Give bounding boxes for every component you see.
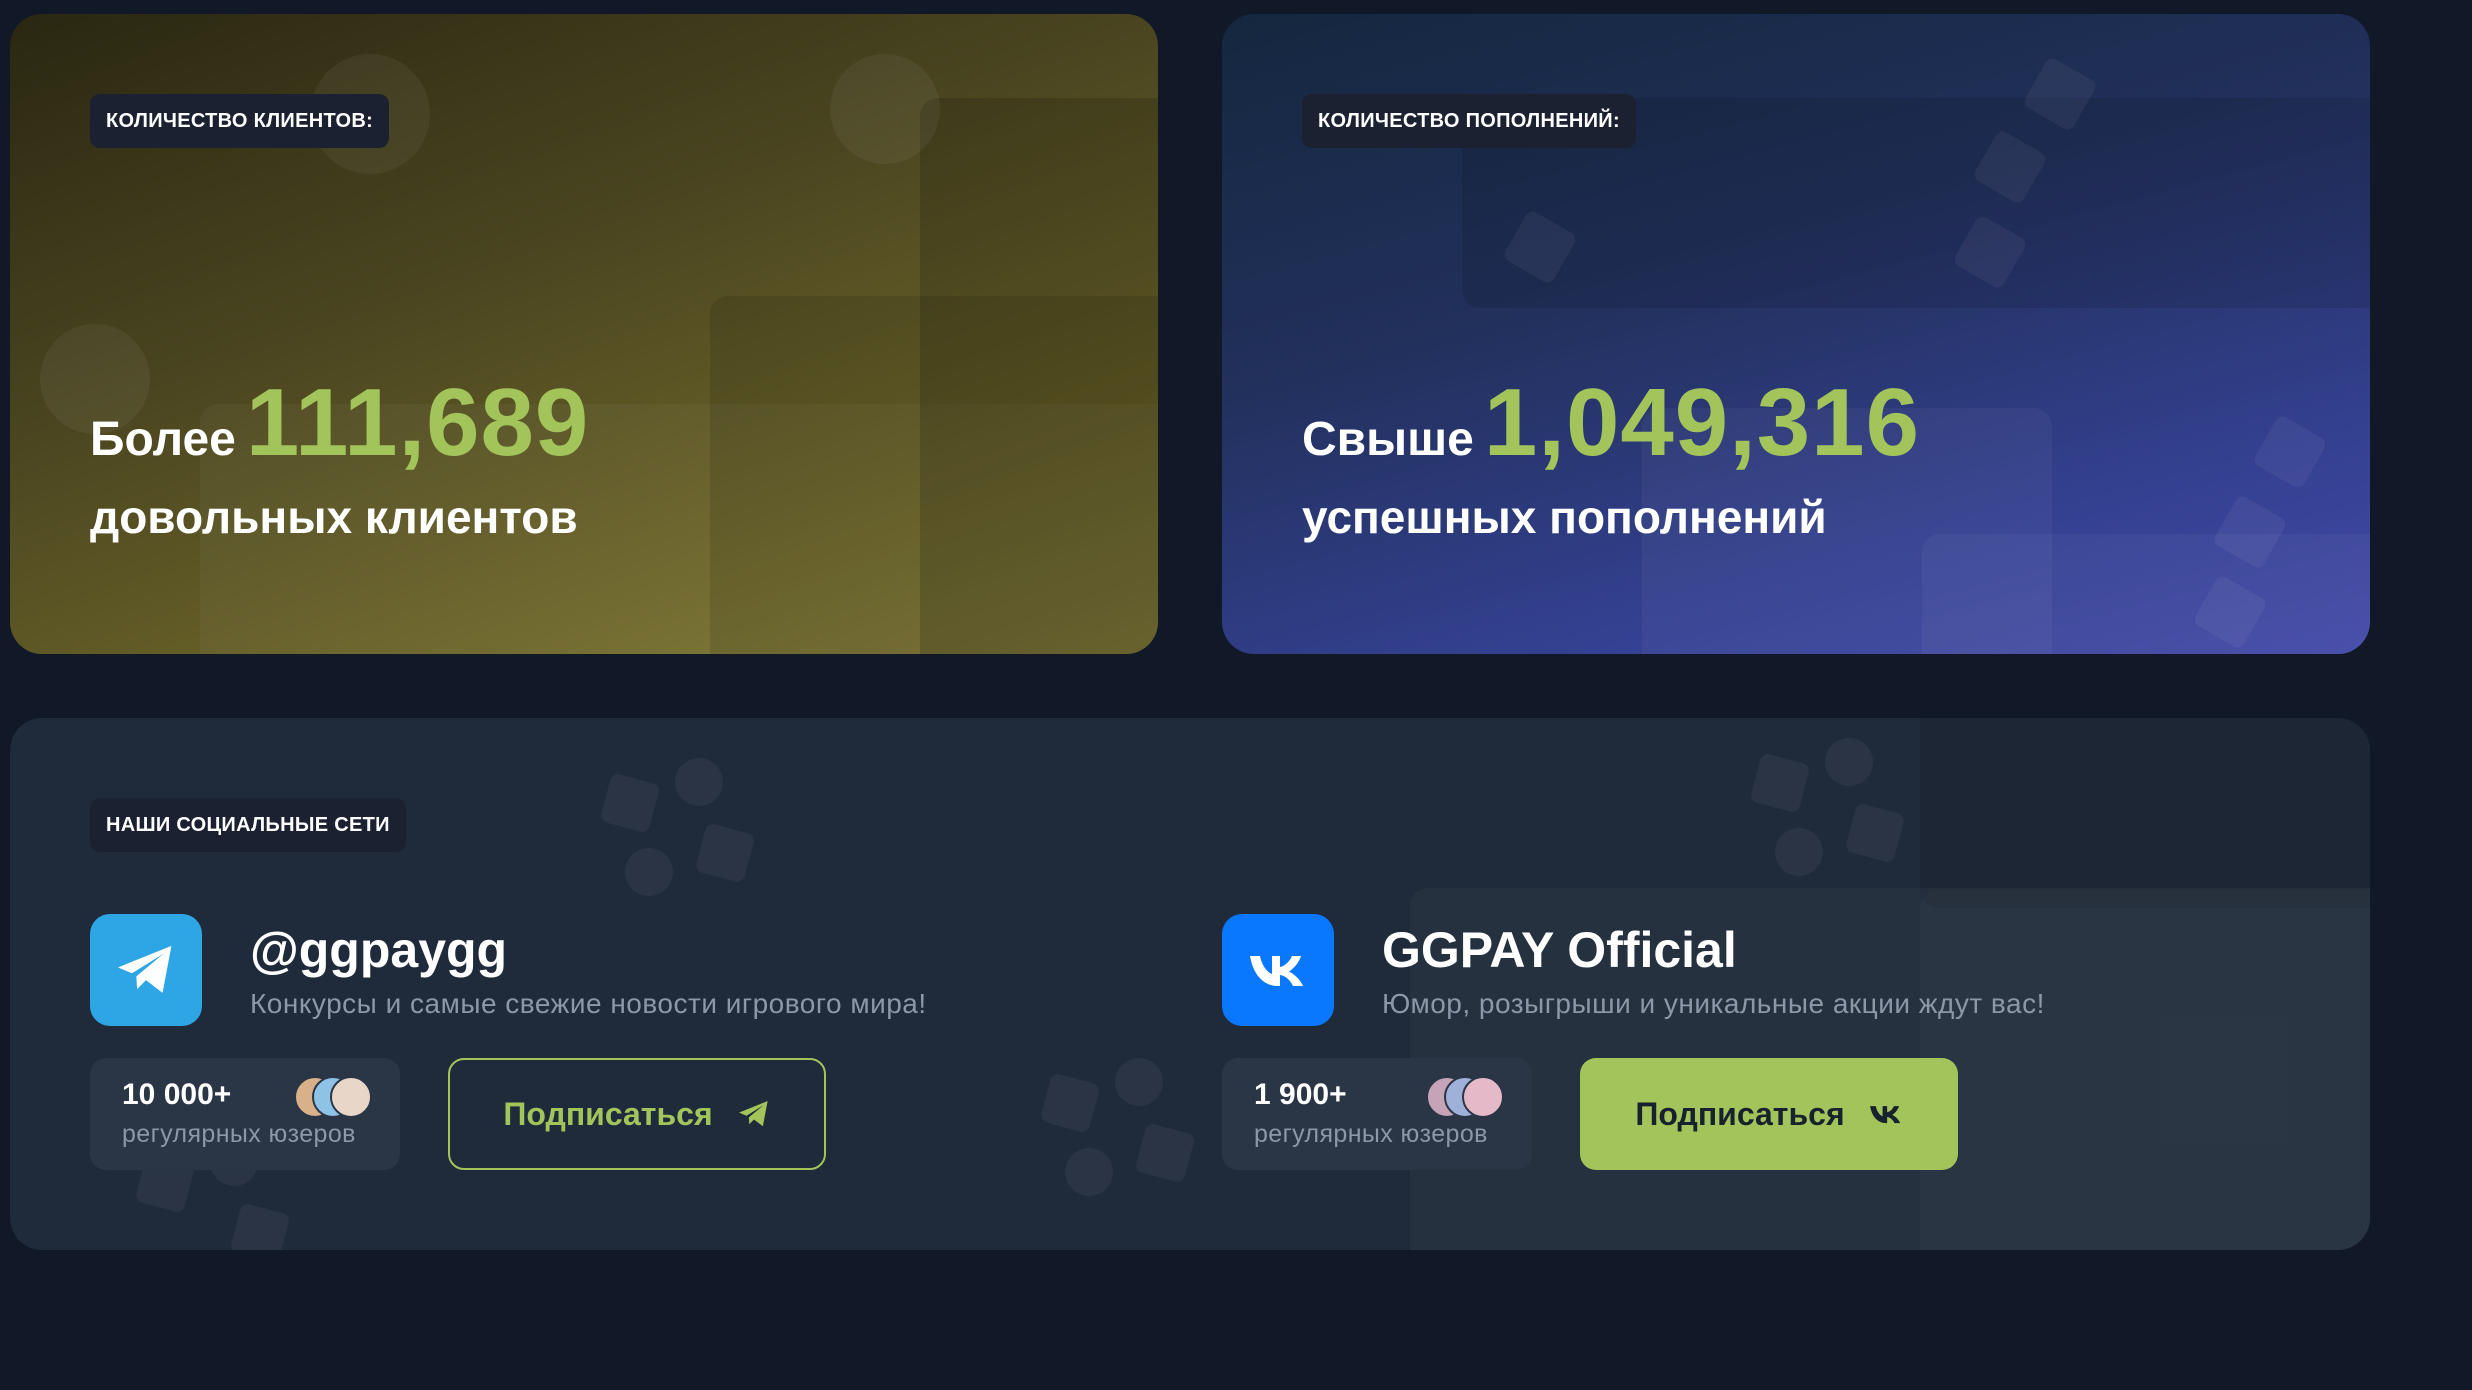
decor-shape	[1825, 738, 1873, 786]
vk-icon	[1869, 1106, 1900, 1124]
vk-avatars	[1426, 1076, 1504, 1118]
decor-shape	[599, 772, 661, 834]
decor-shape	[1134, 1122, 1196, 1184]
vk-subscribe-label: Подписаться	[1635, 1095, 1845, 1132]
vk-group-description: Юмор, розыгрыши и уникальные акции ждут …	[1382, 988, 2045, 1019]
decor-shape	[2251, 413, 2329, 491]
social-networks-card: НАШИ СОЦИАЛЬНЫЕ СЕТИ @ggpaygg Конкурсы и…	[10, 718, 2370, 1250]
telegram-icon	[738, 1101, 768, 1127]
decor-shape	[1749, 752, 1811, 814]
decor-shape	[830, 54, 940, 164]
telegram-subscribers-count: 10 000+	[122, 1078, 232, 1111]
telegram-channel-name[interactable]: @ggpaygg	[250, 921, 507, 979]
vk-subscribe-button[interactable]: Подписаться	[1580, 1058, 1958, 1170]
topups-count: 1,049,316	[1483, 369, 1920, 476]
topups-stat-card: КОЛИЧЕСТВО ПОПОЛНЕНИЙ: Свыше 1,049,316 ус…	[1222, 14, 2370, 654]
clients-count: 111,689	[245, 369, 590, 476]
topups-stat-headline: Свыше 1,049,316	[1302, 368, 1920, 478]
decor-step	[1922, 534, 2370, 654]
telegram-subscribers-box: 10 000+ регулярных юзеров	[90, 1058, 400, 1170]
decor-shape	[1065, 1148, 1113, 1196]
telegram-avatars	[294, 1076, 372, 1118]
decor-step	[1920, 718, 2370, 908]
vk-icon[interactable]	[1222, 914, 1334, 1026]
topups-caption: успешных пополнений	[1302, 491, 1827, 543]
decor-step	[920, 98, 1158, 654]
decor-shape	[1115, 1058, 1163, 1106]
telegram-channel-description: Конкурсы и самые свежие новости игрового…	[250, 988, 927, 1019]
decor-shape	[694, 822, 756, 884]
decor-step	[1920, 890, 2370, 1250]
decor-shape	[625, 848, 673, 896]
vk-logo-glyph	[1250, 956, 1303, 986]
telegram-icon[interactable]	[90, 914, 202, 1026]
topups-badge: КОЛИЧЕСТВО ПОПОЛНЕНИЙ:	[1302, 94, 1636, 148]
decor-shape	[1844, 802, 1906, 864]
telegram-plane-glyph	[118, 945, 172, 993]
decor-shape	[1775, 828, 1823, 876]
avatar	[330, 1076, 372, 1118]
vk-group-name[interactable]: GGPAY Official	[1382, 921, 1737, 979]
clients-caption: довольных клиентов	[90, 491, 578, 543]
telegram-subscribe-button[interactable]: Подписаться	[448, 1058, 826, 1170]
vk-subscribers-box: 1 900+ регулярных юзеров	[1222, 1058, 1532, 1170]
decor-shape	[229, 1202, 291, 1250]
decor-shape	[1039, 1072, 1101, 1134]
telegram-subscribers-label: регулярных юзеров	[122, 1120, 356, 1148]
clients-stat-card: КОЛИЧЕСТВО КЛИЕНТОВ: Более 111,689 доволь…	[10, 14, 1158, 654]
telegram-subscribe-label: Подписаться	[503, 1095, 713, 1132]
clients-stat-headline: Более 111,689	[90, 368, 589, 478]
topups-prefix: Свыше	[1302, 413, 1474, 466]
clients-prefix: Более	[90, 413, 236, 466]
vk-subscribers-label: регулярных юзеров	[1254, 1120, 1488, 1148]
clients-badge: КОЛИЧЕСТВО КЛИЕНТОВ:	[90, 94, 390, 148]
social-badge: НАШИ СОЦИАЛЬНЫЕ СЕТИ	[90, 798, 406, 852]
avatar	[1462, 1076, 1504, 1118]
decor-shape	[675, 758, 723, 806]
vk-subscribers-count: 1 900+	[1254, 1078, 1347, 1111]
